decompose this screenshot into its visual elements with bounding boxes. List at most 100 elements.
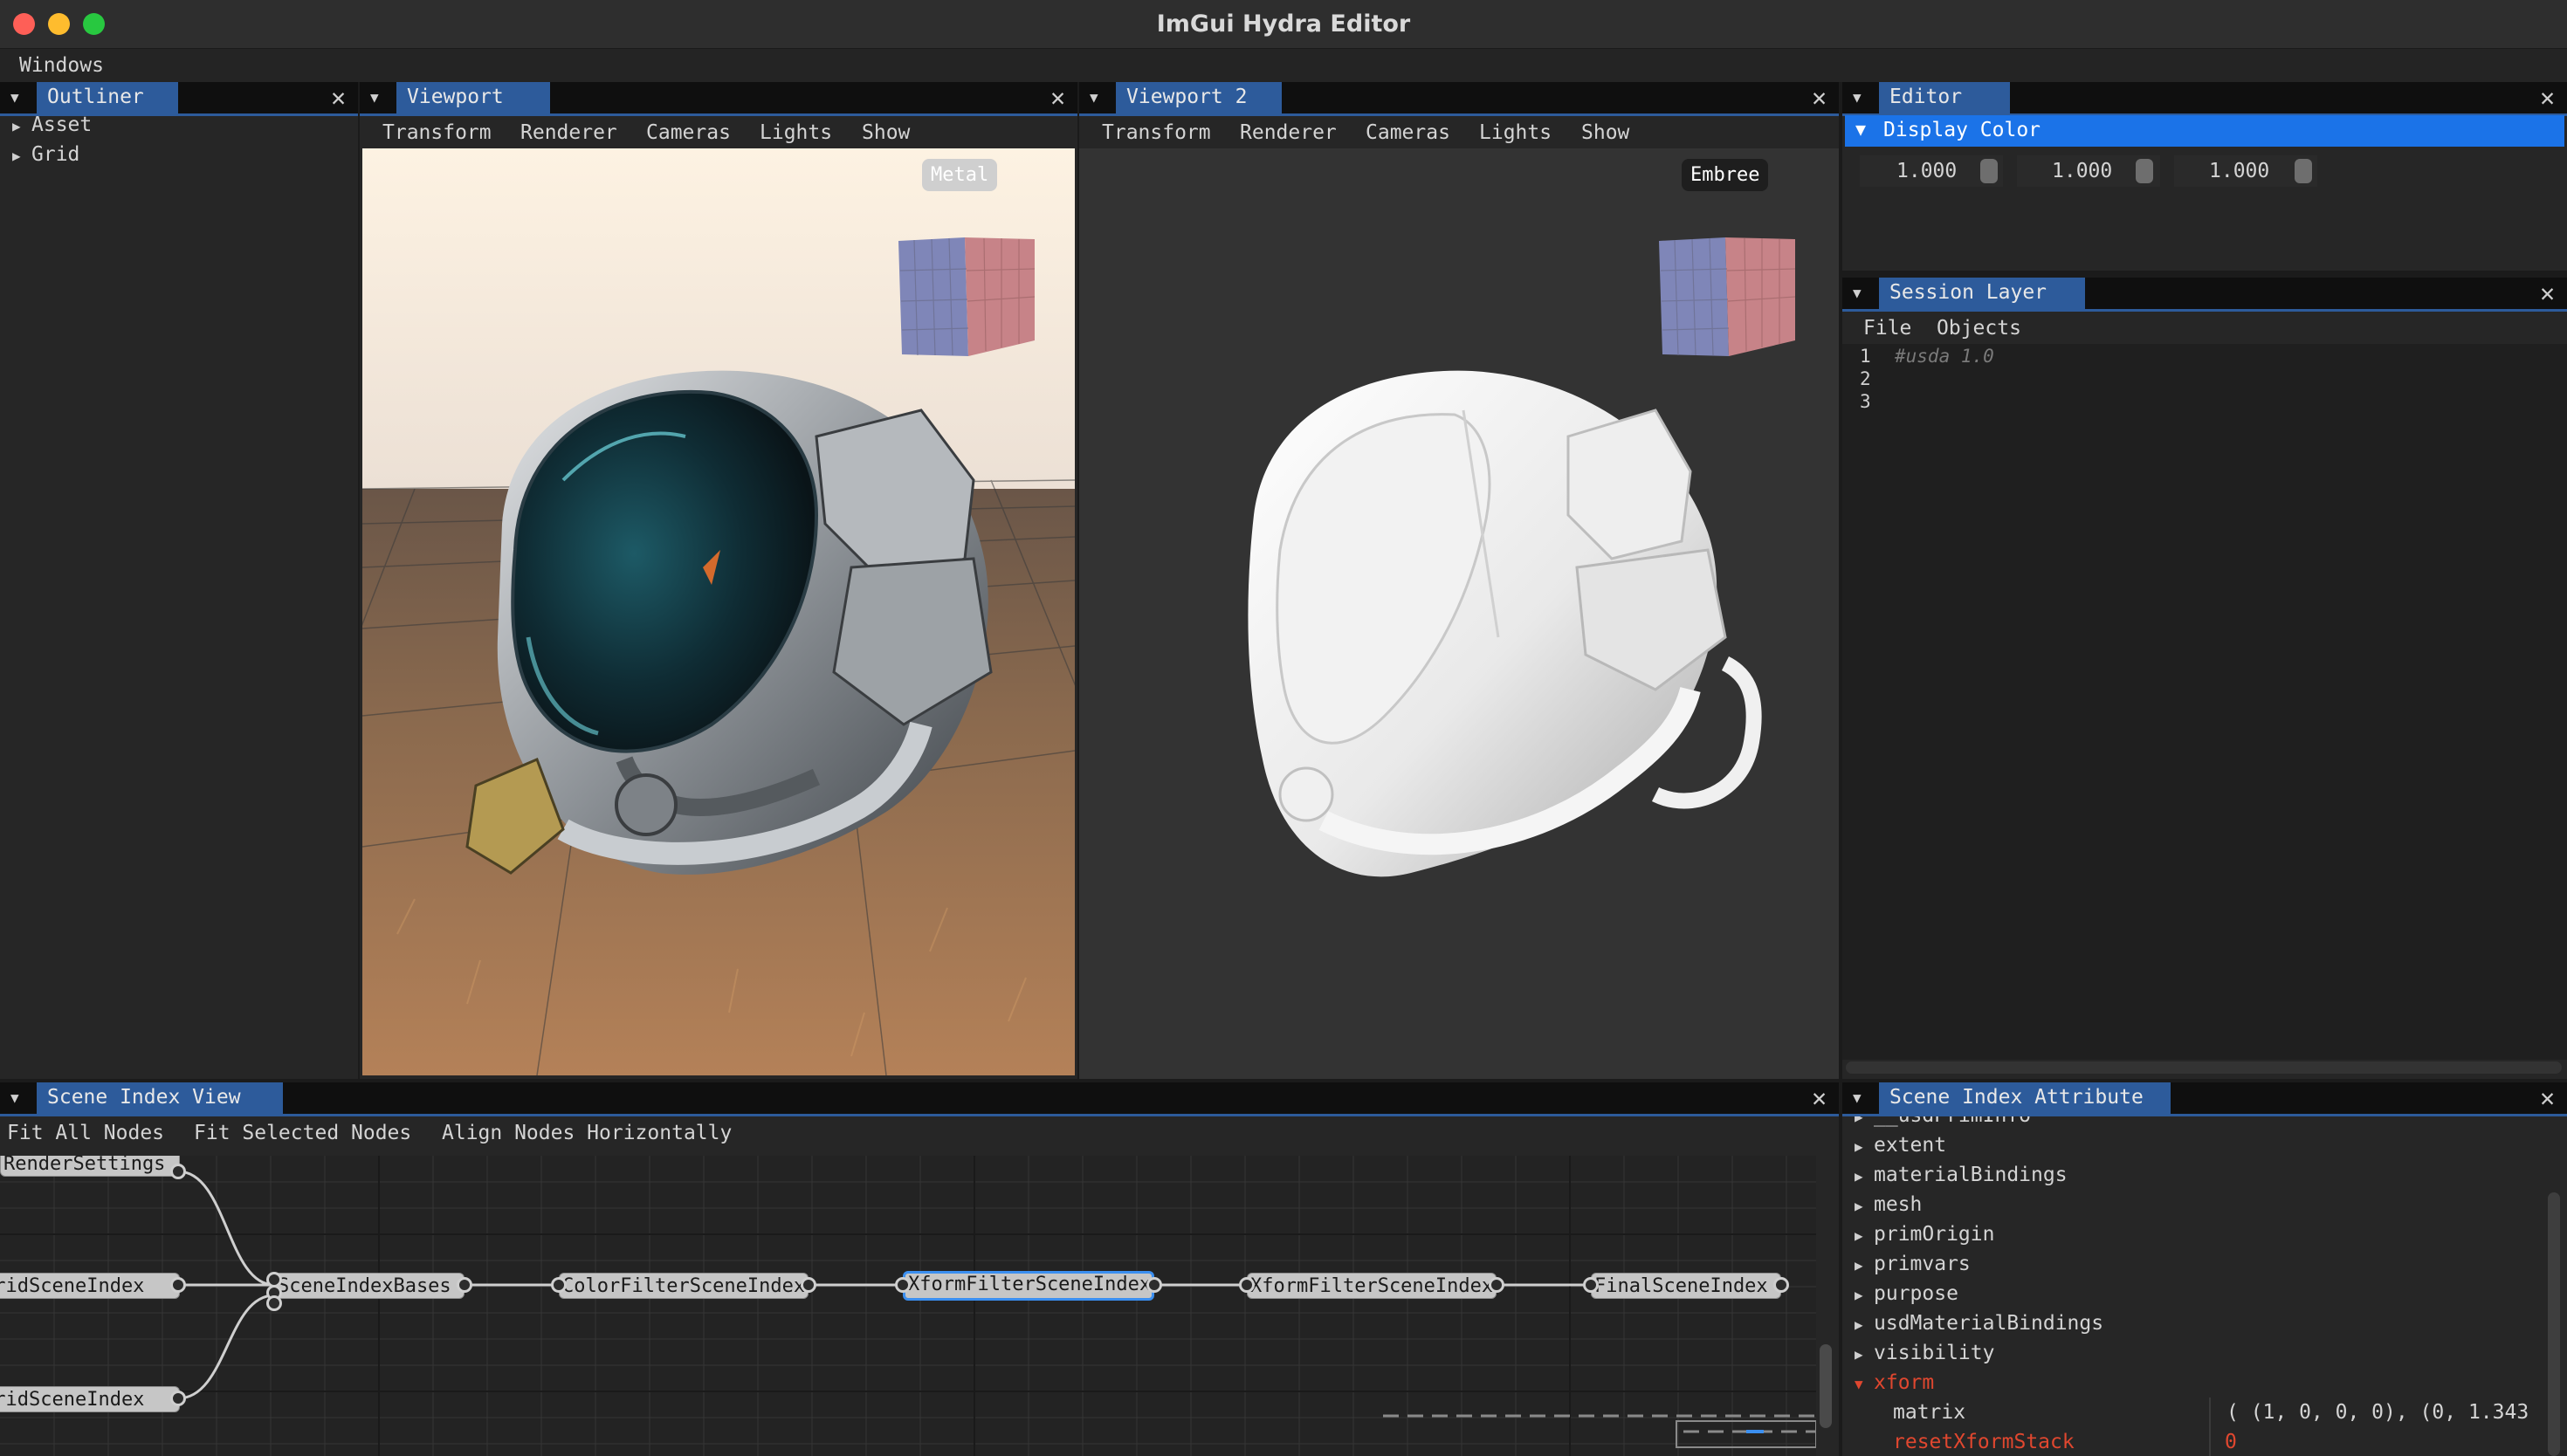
attribute-item-material-bindings[interactable]: ▶ materialBindings <box>1855 1164 2068 1186</box>
tree-arrow-right-icon[interactable]: ▶ <box>1855 1257 1874 1274</box>
scene-index-attribute-tab[interactable]: Scene Index Attribute <box>1879 1082 2171 1114</box>
close-icon[interactable]: ✕ <box>1812 82 1827 113</box>
outliner-item-grid[interactable]: ▶ Grid <box>12 143 79 166</box>
viewport-menu-lights[interactable]: Lights <box>760 121 832 144</box>
collapse-triangle-icon[interactable]: ▼ <box>370 91 388 105</box>
node-xform-filter-scene-index[interactable]: XformFilterSceneIndex <box>1247 1273 1497 1299</box>
output-pin[interactable] <box>457 1277 472 1293</box>
attribute-item-mesh[interactable]: ▶ mesh <box>1855 1193 1922 1216</box>
viewport-2-render-area[interactable]: Embree <box>1079 148 1839 1079</box>
collapse-triangle-icon[interactable]: ▼ <box>1853 91 1870 105</box>
tree-arrow-right-icon[interactable]: ▶ <box>1855 1227 1874 1244</box>
slider-grab-icon[interactable] <box>2295 159 2312 183</box>
node-grid-scene-index-bottom[interactable]: GridSceneIndex <box>0 1386 180 1412</box>
output-pin[interactable] <box>1773 1277 1789 1293</box>
viewport-menu-cameras[interactable]: Cameras <box>646 121 731 144</box>
collapse-triangle-icon[interactable]: ▼ <box>10 91 28 105</box>
outliner-item-asset[interactable]: ▶ Asset <box>12 113 92 136</box>
output-pin[interactable] <box>1146 1277 1162 1293</box>
viewport-menu-transform[interactable]: Transform <box>382 121 492 144</box>
input-pin[interactable] <box>266 1295 282 1311</box>
collapse-triangle-icon[interactable]: ▼ <box>1853 286 1870 300</box>
tree-arrow-right-icon[interactable]: ▶ <box>12 148 31 164</box>
input-pin[interactable] <box>551 1277 567 1293</box>
fit-all-nodes-button[interactable]: Fit All Nodes <box>7 1122 164 1144</box>
viewport-2-menu-show[interactable]: Show <box>1581 121 1629 144</box>
node-xform-filter-scene-index-selected[interactable]: XformFilterSceneIndex <box>903 1271 1154 1301</box>
slider-grab-icon[interactable] <box>1980 159 1998 183</box>
tree-arrow-right-icon[interactable]: ▶ <box>12 118 31 134</box>
menu-windows[interactable]: Windows <box>19 54 104 77</box>
fit-selected-nodes-button[interactable]: Fit Selected Nodes <box>194 1122 411 1144</box>
tree-arrow-right-icon[interactable]: ▶ <box>1855 1287 1874 1303</box>
attribute-item-partial[interactable]: ▶__usdPrimInfo <box>1855 1116 2031 1127</box>
attribute-item-primvars[interactable]: ▶ primvars <box>1855 1253 1971 1275</box>
viewport-menu-show[interactable]: Show <box>862 121 910 144</box>
node-grid-scene-index-top[interactable]: GridSceneIndex <box>0 1273 180 1299</box>
code-editor[interactable]: 1 2 3 #usda 1.0 <box>1842 344 2567 1060</box>
attribute-item-purpose[interactable]: ▶ purpose <box>1855 1282 1958 1305</box>
attribute-item-visibility[interactable]: ▶ visibility <box>1855 1342 1994 1364</box>
collapse-triangle-icon[interactable]: ▼ <box>1853 1091 1870 1105</box>
node-scene-index-bases[interactable]: SceneIndexBases <box>274 1273 465 1299</box>
view-cube-icon[interactable] <box>1657 236 1797 361</box>
close-icon[interactable]: ✕ <box>331 82 346 113</box>
outliner-tab[interactable]: Outliner <box>37 82 178 113</box>
attribute-item-xform-expanded[interactable]: ▼ xform <box>1855 1371 1934 1394</box>
tree-arrow-right-icon[interactable]: ▶ <box>1855 1198 1874 1214</box>
collapse-triangle-icon[interactable]: ▼ <box>1090 91 1107 105</box>
attribute-item-usd-material-bindings[interactable]: ▶ usdMaterialBindings <box>1855 1312 2103 1335</box>
color-b-slider[interactable]: 1.000 <box>2174 155 2317 187</box>
viewport-2-menu-renderer[interactable]: Renderer <box>1240 121 1337 144</box>
close-icon[interactable]: ✕ <box>2540 82 2555 113</box>
viewport-2-menu-cameras[interactable]: Cameras <box>1366 121 1450 144</box>
tree-arrow-right-icon[interactable]: ▶ <box>1855 1138 1874 1155</box>
node-graph-canvas[interactable]: RenderSettings GridSceneIndex GridSceneI… <box>0 1156 1816 1456</box>
editor-tab[interactable]: Editor <box>1879 82 2010 113</box>
close-icon[interactable]: ✕ <box>1050 82 1065 113</box>
display-color-header[interactable]: ▼ Display Color <box>1845 115 2564 147</box>
input-pin[interactable] <box>1583 1277 1599 1293</box>
scene-index-view-tab[interactable]: Scene Index View <box>37 1082 283 1114</box>
viewport-menu-renderer[interactable]: Renderer <box>520 121 617 144</box>
viewport-render-area[interactable]: Metal <box>362 148 1075 1075</box>
session-menu-file[interactable]: File <box>1863 317 1911 340</box>
session-layer-tab[interactable]: Session Layer <box>1879 278 2085 309</box>
viewport-2-menu-transform[interactable]: Transform <box>1102 121 1211 144</box>
close-icon[interactable]: ✕ <box>2540 278 2555 309</box>
attribute-item-extent[interactable]: ▶ extent <box>1855 1134 1946 1157</box>
horizontal-scrollbar[interactable] <box>1846 1061 2562 1074</box>
view-cube-icon[interactable] <box>897 236 1036 361</box>
tree-arrow-right-icon[interactable]: ▶ <box>1855 1168 1874 1185</box>
tree-arrow-down-icon[interactable]: ▼ <box>1855 1376 1874 1392</box>
vertical-scrollbar[interactable] <box>2548 1192 2560 1456</box>
viewport-tab[interactable]: Viewport <box>396 82 550 113</box>
session-layer-menu-bar: File Objects <box>1842 312 2567 343</box>
tree-arrow-right-icon[interactable]: ▶ <box>1855 1116 1874 1125</box>
close-icon[interactable]: ✕ <box>1812 1082 1827 1114</box>
output-pin[interactable] <box>801 1277 816 1293</box>
output-pin[interactable] <box>170 1164 186 1179</box>
viewport-2-tab[interactable]: Viewport 2 <box>1116 82 1282 113</box>
close-icon[interactable]: ✕ <box>2540 1082 2555 1114</box>
tree-arrow-right-icon[interactable]: ▶ <box>1855 1316 1874 1333</box>
output-pin[interactable] <box>1489 1277 1504 1293</box>
color-g-slider[interactable]: 1.000 <box>2017 155 2160 187</box>
color-r-slider[interactable]: 1.000 <box>1860 155 2003 187</box>
viewport-2-menu-lights[interactable]: Lights <box>1479 121 1552 144</box>
node-color-filter-scene-index[interactable]: ColorFilterSceneIndex <box>559 1273 809 1299</box>
tree-arrow-right-icon[interactable]: ▶ <box>1855 1346 1874 1363</box>
node-final-scene-index[interactable]: FinalSceneIndex <box>1591 1273 1781 1299</box>
node-render-settings[interactable]: RenderSettings <box>0 1156 180 1177</box>
vertical-scrollbar[interactable] <box>1820 1344 1832 1428</box>
slider-grab-icon[interactable] <box>2136 159 2153 183</box>
tree-arrow-down-icon[interactable]: ▼ <box>1855 119 1866 140</box>
attribute-item-prim-origin[interactable]: ▶ primOrigin <box>1855 1223 1994 1246</box>
output-pin[interactable] <box>170 1277 186 1293</box>
session-menu-objects[interactable]: Objects <box>1937 317 2021 340</box>
output-pin[interactable] <box>170 1391 186 1406</box>
collapse-triangle-icon[interactable]: ▼ <box>10 1091 28 1105</box>
input-pin[interactable] <box>895 1277 911 1293</box>
input-pin[interactable] <box>1239 1277 1255 1293</box>
align-nodes-horizontally-button[interactable]: Align Nodes Horizontally <box>442 1122 732 1144</box>
